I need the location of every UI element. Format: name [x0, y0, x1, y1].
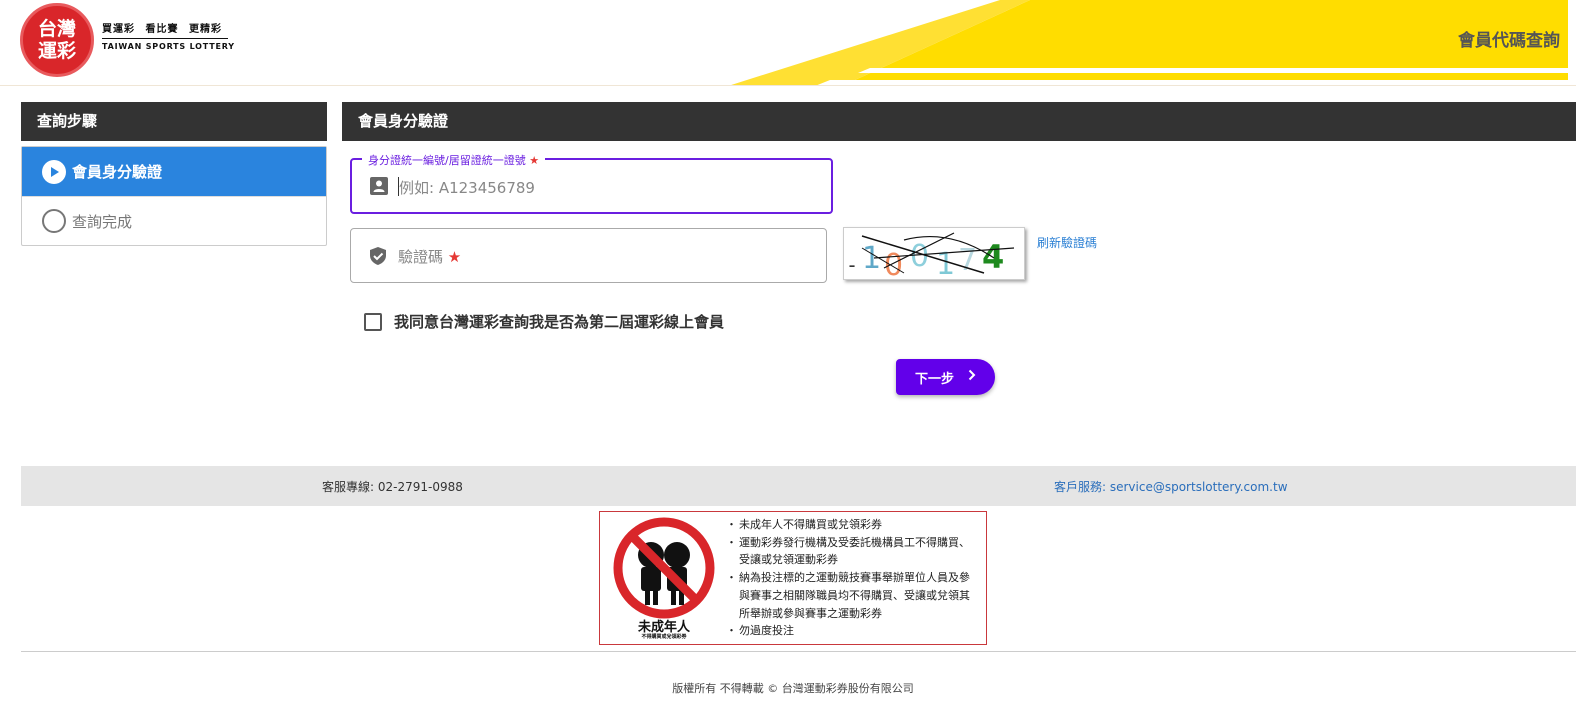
- logo-line-1: 台灣: [37, 18, 76, 40]
- copyright-text: 版權所有 不得轉載 © 台灣運動彩券股份有限公司: [672, 682, 914, 695]
- captcha-image: - 1 0 0 1 7 4: [843, 227, 1025, 283]
- warning-item: 未成年人不得購買或兌領彩券: [726, 516, 973, 534]
- next-step-label: 下一步: [914, 371, 954, 387]
- step-item-complete: 查詢完成: [22, 196, 326, 245]
- play-circle-icon: [42, 159, 66, 184]
- warning-item: 納為投注標的之運動競技賽事舉辦單位人員及參與賽事之相關隊職員均不得購買、受讓或兌…: [726, 569, 973, 622]
- step-label: 查詢完成: [72, 212, 133, 231]
- captcha-input[interactable]: 驗證碼 ★: [398, 246, 461, 267]
- step-item-verify: 會員身分驗證: [22, 147, 326, 196]
- agree-label[interactable]: 我同意台灣運彩查詢我是否為第二屆運彩線上會員: [394, 311, 724, 332]
- logo-line-2: 運彩: [37, 40, 76, 62]
- warning-subcaption: 不得購買或兌領彩券: [641, 634, 687, 640]
- logo-brand-en: TAIWAN SPORTS LOTTERY: [102, 42, 235, 51]
- service-email-link[interactable]: 客戶服務: service@sportslottery.com.tw: [1054, 478, 1288, 495]
- svg-text:7: 7: [958, 243, 977, 278]
- next-step-button[interactable]: 下一步: [896, 359, 995, 395]
- page-title: 會員代碼查詢: [1458, 31, 1560, 51]
- site-logo[interactable]: 台灣 運彩: [20, 3, 94, 77]
- step-label: 會員身分驗證: [72, 163, 163, 181]
- captcha-field[interactable]: 驗證碼 ★: [350, 228, 827, 283]
- required-star: ★: [447, 248, 462, 266]
- footer-divider: [21, 651, 1576, 652]
- logo-slogan: 買運彩 看比賽 更精彩: [102, 20, 228, 39]
- form-panel-title: 會員身分驗證: [342, 102, 1576, 141]
- steps-list: 會員身分驗證 查詢完成: [21, 146, 327, 246]
- captcha-graphic: - 1 0 0 1 7 4: [846, 232, 1015, 283]
- required-star: ★: [529, 154, 540, 167]
- shield-check-icon: [370, 247, 386, 265]
- site-header: 台灣 運彩 買運彩 看比賽 更精彩 TAIWAN SPORTS LOTTERY …: [0, 0, 1576, 86]
- id-card-icon: [370, 177, 388, 195]
- warning-list: 未成年人不得購買或兌領彩券 運動彩券發行機構及受委託機構員工不得購買、受讓或兌領…: [726, 516, 973, 640]
- empty-circle-icon: [42, 209, 66, 233]
- warning-item: 勿過度投注: [726, 622, 973, 640]
- svg-text:0: 0: [910, 239, 929, 274]
- minor-warning-box: 未成年人 不得購買或兌領彩券 未成年人不得購買或兌領彩券 運動彩券發行機構及受委…: [599, 511, 987, 645]
- svg-text:-: -: [846, 253, 858, 277]
- form-panel: 會員身分驗證: [342, 102, 1576, 141]
- agree-row[interactable]: 我同意台灣運彩查詢我是否為第二屆運彩線上會員: [364, 311, 724, 332]
- header-stripes-decoration: [731, 0, 1576, 85]
- refresh-captcha-link[interactable]: 刷新驗證碼: [1037, 234, 1097, 251]
- steps-panel-title: 查詢步驟: [21, 102, 327, 141]
- svg-text:1: 1: [862, 241, 881, 276]
- chevron-right-icon: [968, 369, 976, 385]
- id-number-input[interactable]: 例如: A123456789: [399, 177, 535, 198]
- logo-wordmark: 買運彩 看比賽 更精彩 TAIWAN SPORTS LOTTERY: [102, 20, 235, 51]
- id-number-field[interactable]: 身分證統一編號/居留證統一證號 ★ 例如: A123456789: [350, 152, 833, 214]
- contact-bar: 客服專線: 02-2791-0988 客戶服務: service@sportsl…: [21, 466, 1576, 506]
- service-phone: 客服專線: 02-2791-0988: [322, 480, 463, 494]
- agree-checkbox[interactable]: [364, 312, 382, 331]
- id-number-label: 身分證統一編號/居留證統一證號 ★: [362, 152, 546, 168]
- warning-item: 運動彩券發行機構及受委託機構員工不得購買、受讓或兌領運動彩券: [726, 534, 973, 569]
- steps-panel: 查詢步驟 會員身分驗證 查詢完成: [21, 102, 327, 246]
